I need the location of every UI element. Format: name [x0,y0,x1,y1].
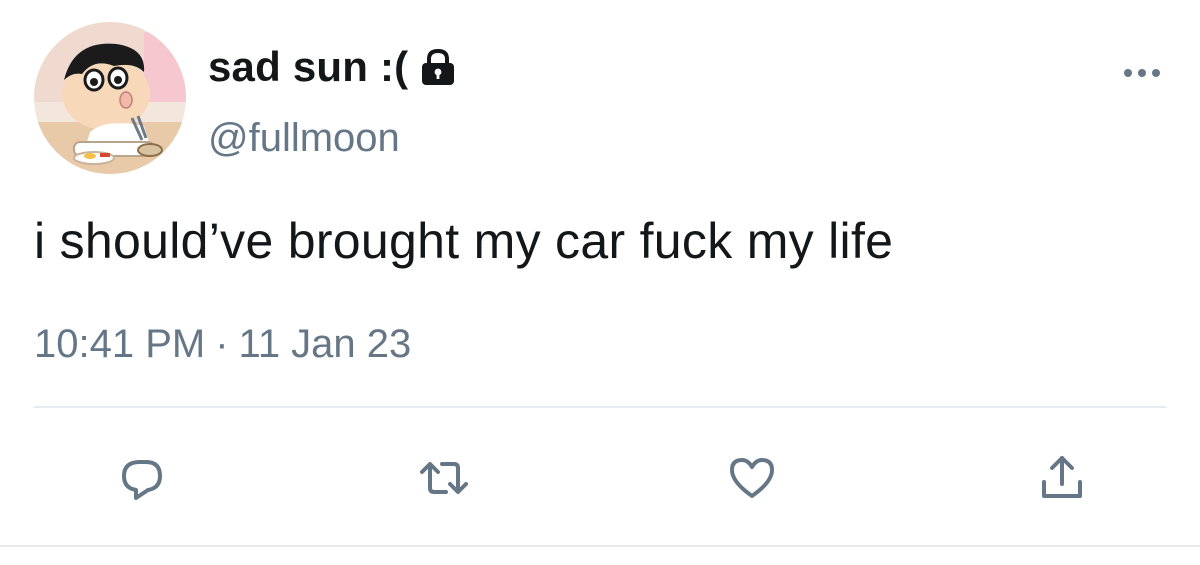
lock-icon [416,45,460,89]
like-button[interactable] [720,446,784,510]
tweet-date: 11 Jan 23 [238,322,412,366]
reply-icon [122,460,162,500]
retweet-icon [420,462,468,494]
display-name-row: sad sun :( [208,40,460,94]
retweet-button[interactable] [412,446,476,510]
avatar[interactable] [34,22,186,174]
user-handle[interactable]: @fullmoon [208,116,400,161]
more-options-button[interactable] [1120,58,1164,88]
tweet-timestamp[interactable]: 10:41 PM · 11 Jan 23 [34,322,411,367]
more-icon [1124,69,1160,77]
share-icon [1042,456,1082,498]
divider [34,406,1166,408]
display-name[interactable]: sad sun :( [208,43,408,91]
tweet-text: i should’ve brought my car fuck my life [34,213,894,269]
tweet-time: 10:41 PM [34,322,206,366]
heart-icon [730,458,774,498]
timestamp-separator: · [215,322,229,366]
bottom-divider [0,545,1200,547]
tweet-card: sad sun :( @fullmoon i should’ve brought… [0,0,1200,565]
avatar-image [34,22,186,174]
share-button[interactable] [1030,446,1094,510]
action-bar [0,440,1200,520]
reply-button[interactable] [110,446,174,510]
